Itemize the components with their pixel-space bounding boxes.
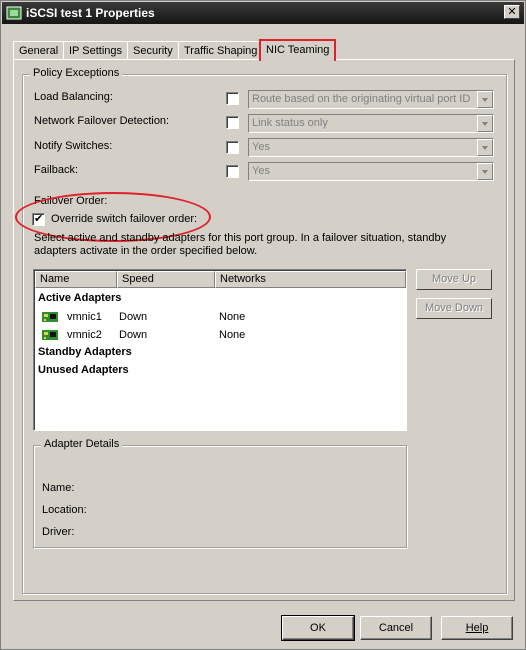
notify-switches-override-checkbox[interactable] bbox=[226, 141, 239, 154]
active-adapters-group: Active Adapters bbox=[38, 292, 122, 304]
load-balancing-override-checkbox[interactable] bbox=[226, 92, 239, 105]
adapter-row-vmnic2[interactable]: vmnic2 Down None bbox=[34, 327, 406, 344]
failback-value: Yes bbox=[252, 165, 270, 177]
move-down-button[interactable]: Move Down bbox=[416, 298, 492, 319]
notify-switches-value: Yes bbox=[252, 141, 270, 153]
adapter-details-group: Adapter Details bbox=[33, 438, 407, 548]
adapter-details-legend: Adapter Details bbox=[41, 438, 123, 450]
adapter-name-label: Name: bbox=[42, 482, 75, 494]
standby-adapters-group: Standby Adapters bbox=[38, 346, 132, 358]
nic-icon bbox=[42, 312, 58, 322]
tab-ip-settings[interactable]: IP Settings bbox=[63, 41, 128, 60]
adapter-list[interactable]: Name Speed Networks Active Adapters vmni… bbox=[33, 269, 407, 431]
chevron-down-icon[interactable] bbox=[477, 163, 493, 180]
help-button[interactable]: Help bbox=[441, 616, 513, 640]
column-header-speed[interactable]: Speed bbox=[117, 271, 215, 288]
failover-detection-value: Link status only bbox=[252, 117, 328, 129]
adapter-name: vmnic2 bbox=[67, 329, 102, 341]
move-up-button[interactable]: Move Up bbox=[416, 269, 492, 290]
close-button[interactable]: ✕ bbox=[504, 5, 520, 19]
failback-select[interactable]: Yes bbox=[248, 162, 494, 181]
failover-description-line2: adapters activate in the order specified… bbox=[34, 245, 258, 257]
failback-label: Failback: bbox=[34, 164, 79, 176]
tab-nic-teaming[interactable]: NIC Teaming bbox=[259, 39, 337, 61]
failover-description-line1: Select active and standby adapters for t… bbox=[34, 232, 447, 244]
column-header-networks[interactable]: Networks bbox=[215, 271, 406, 288]
properties-dialog: iSCSI test 1 Properties ✕ General IP Set… bbox=[0, 0, 526, 650]
window-title: iSCSI test 1 Properties bbox=[26, 6, 155, 20]
adapter-speed: Down bbox=[119, 311, 148, 323]
title-bar[interactable]: iSCSI test 1 Properties ✕ bbox=[2, 2, 524, 24]
failback-override-checkbox[interactable] bbox=[226, 165, 239, 178]
load-balancing-select[interactable]: Route based on the originating virtual p… bbox=[248, 90, 494, 109]
adapter-name: vmnic1 bbox=[67, 311, 102, 323]
tab-security[interactable]: Security bbox=[127, 41, 179, 60]
cancel-button[interactable]: Cancel bbox=[360, 616, 432, 640]
load-balancing-label: Load Balancing: bbox=[34, 91, 113, 103]
column-header-name[interactable]: Name bbox=[35, 271, 117, 288]
tab-traffic-shaping[interactable]: Traffic Shaping bbox=[178, 41, 264, 60]
ok-button[interactable]: OK bbox=[281, 615, 355, 641]
adapter-row-vmnic1[interactable]: vmnic1 Down None bbox=[34, 309, 406, 326]
failover-detection-override-checkbox[interactable] bbox=[226, 116, 239, 129]
adapter-networks: None bbox=[219, 311, 246, 323]
unused-adapters-group: Unused Adapters bbox=[38, 364, 129, 376]
notify-switches-select[interactable]: Yes bbox=[248, 138, 494, 157]
adapter-speed: Down bbox=[119, 329, 148, 341]
failover-detection-label: Network Failover Detection: bbox=[34, 115, 170, 127]
failover-detection-select[interactable]: Link status only bbox=[248, 114, 494, 133]
chevron-down-icon[interactable] bbox=[477, 91, 493, 108]
nic-icon bbox=[42, 330, 58, 340]
adapter-location-label: Location: bbox=[42, 504, 87, 516]
policy-exceptions-legend: Policy Exceptions bbox=[30, 67, 123, 79]
notify-switches-label: Notify Switches: bbox=[34, 140, 113, 152]
adapter-networks: None bbox=[219, 329, 246, 341]
tab-general[interactable]: General bbox=[13, 41, 65, 60]
chevron-down-icon[interactable] bbox=[477, 115, 493, 132]
chevron-down-icon[interactable] bbox=[477, 139, 493, 156]
adapter-driver-label: Driver: bbox=[42, 526, 75, 538]
load-balancing-value: Route based on the originating virtual p… bbox=[252, 93, 471, 105]
app-icon bbox=[6, 6, 22, 20]
